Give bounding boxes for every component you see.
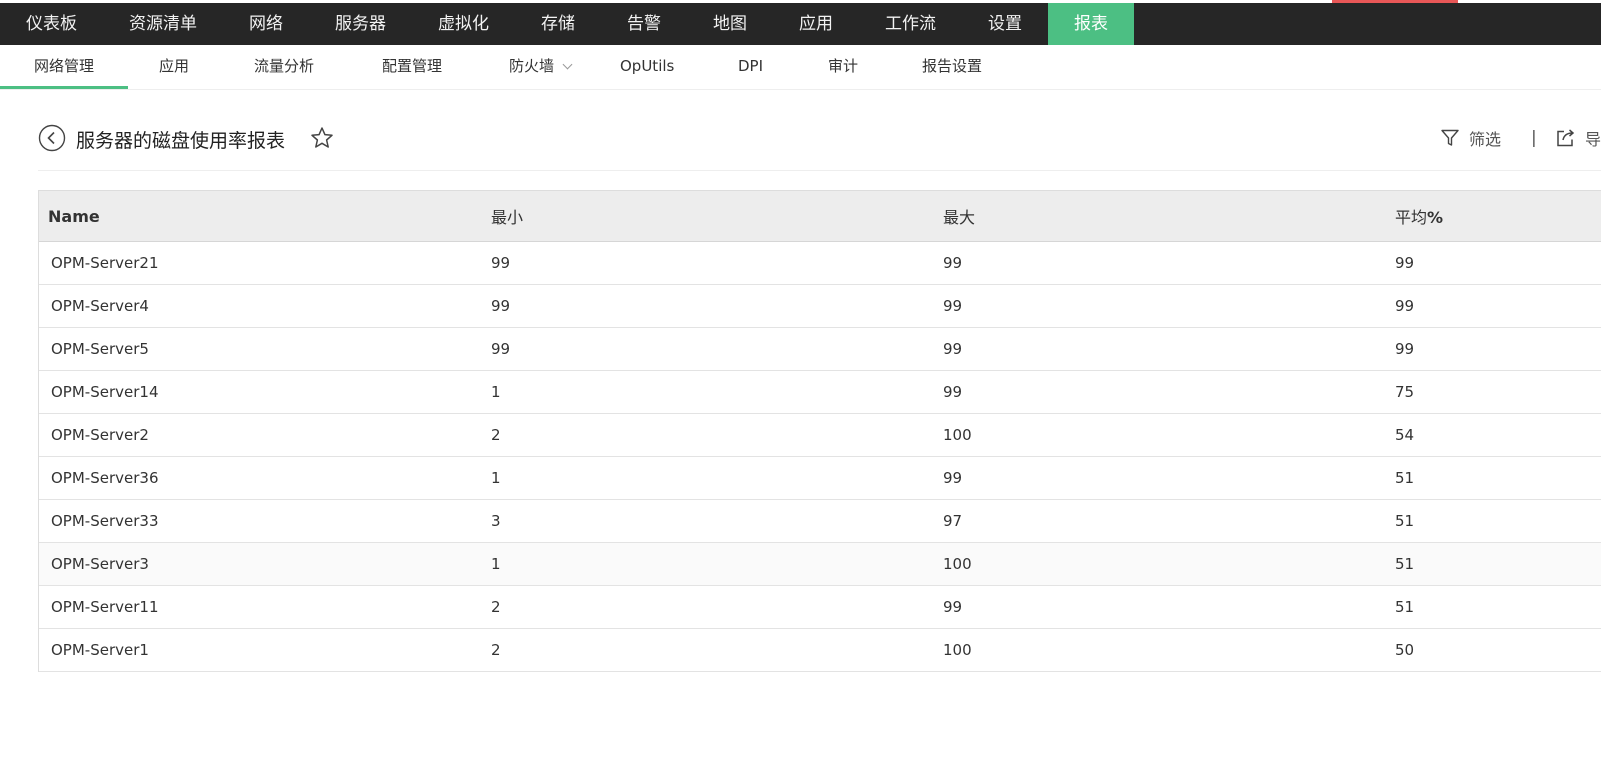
nav-dashboard[interactable]: 仪表板 [0, 3, 103, 45]
cell-avg: 54 [1395, 413, 1601, 457]
export-label: 导 [1585, 130, 1601, 149]
cell-avg: 51 [1395, 456, 1601, 500]
cell-min: 2 [491, 413, 943, 457]
cell-avg: 99 [1395, 241, 1601, 285]
subnav-firewall[interactable]: 防火墙 [509, 45, 573, 89]
column-header-max[interactable]: 最大 [943, 191, 1395, 242]
subnav-traffic-analysis[interactable]: 流量分析 [254, 45, 314, 89]
top-navigation: 仪表板 资源清单 网络 服务器 虚拟化 存储 告警 地图 应用 工作流 设置 报… [0, 3, 1601, 45]
cell-name: OPM-Server1 [39, 628, 491, 672]
cell-name: OPM-Server5 [39, 327, 491, 371]
cell-avg: 51 [1395, 585, 1601, 629]
star-outline-icon[interactable] [310, 126, 334, 150]
cell-max: 100 [943, 628, 1395, 672]
cell-name: OPM-Server2 [39, 413, 491, 457]
table-row: OPM-Server33 3 97 51 [39, 499, 1601, 543]
cell-min: 3 [491, 499, 943, 543]
cell-min: 2 [491, 628, 943, 672]
subnav-firewall-label: 防火墙 [509, 57, 555, 75]
cell-max: 99 [943, 456, 1395, 500]
cell-name: OPM-Server3 [39, 542, 491, 586]
sub-navigation: 网络管理 应用 流量分析 配置管理 防火墙 OpUtils DPI 审计 报告设… [0, 45, 1601, 90]
cell-min: 99 [491, 241, 943, 285]
filter-funnel-icon [1441, 129, 1459, 146]
report-table-container: Name 最小 最大 平均% OPM-Server21 99 99 99 OPM… [38, 190, 1601, 672]
cell-avg: 99 [1395, 284, 1601, 328]
nav-maps[interactable]: 地图 [687, 3, 773, 45]
back-circle-icon[interactable] [38, 124, 66, 152]
chevron-down-icon [562, 59, 573, 70]
cell-min: 1 [491, 456, 943, 500]
filter-button[interactable]: 筛选 [1440, 126, 1501, 150]
nav-settings[interactable]: 设置 [962, 3, 1048, 45]
table-row: OPM-Server5 99 99 99 [39, 327, 1601, 371]
cell-min: 2 [491, 585, 943, 629]
table-row: OPM-Server1 2 100 50 [39, 628, 1601, 672]
nav-reports[interactable]: 报表 [1048, 3, 1134, 45]
nav-servers[interactable]: 服务器 [309, 3, 412, 45]
cell-name: OPM-Server36 [39, 456, 491, 500]
cell-min: 1 [491, 542, 943, 586]
page-title: 服务器的磁盘使用率报表 [76, 130, 286, 152]
nav-alarms[interactable]: 告警 [601, 3, 687, 45]
nav-inventory[interactable]: 资源清单 [103, 3, 223, 45]
table-row: OPM-Server11 2 99 51 [39, 585, 1601, 629]
cell-name: OPM-Server33 [39, 499, 491, 543]
table-row: OPM-Server14 1 99 75 [39, 370, 1601, 414]
subnav-applications[interactable]: 应用 [159, 45, 189, 89]
cell-name: OPM-Server4 [39, 284, 491, 328]
subnav-report-settings[interactable]: 报告设置 [922, 45, 982, 89]
cell-name: OPM-Server11 [39, 585, 491, 629]
cell-avg: 51 [1395, 499, 1601, 543]
cell-avg: 51 [1395, 542, 1601, 586]
cell-max: 99 [943, 585, 1395, 629]
filter-label: 筛选 [1469, 130, 1502, 149]
cell-max: 99 [943, 284, 1395, 328]
column-header-min[interactable]: 最小 [491, 191, 943, 242]
cell-min: 99 [491, 327, 943, 371]
subnav-config-management[interactable]: 配置管理 [382, 45, 442, 89]
toolbar-separator: | [1531, 128, 1537, 148]
cell-min: 99 [491, 284, 943, 328]
nav-storage[interactable]: 存储 [515, 3, 601, 45]
nav-apps[interactable]: 应用 [773, 3, 859, 45]
column-header-avg[interactable]: 平均% [1395, 191, 1601, 242]
cell-min: 1 [491, 370, 943, 414]
table-row: OPM-Server3 1 100 51 [39, 542, 1601, 586]
report-table: Name 最小 最大 平均% OPM-Server21 99 99 99 OPM… [39, 191, 1601, 672]
table-header-row: Name 最小 最大 平均% [39, 191, 1601, 242]
nav-virtualization[interactable]: 虚拟化 [412, 3, 515, 45]
nav-workflow[interactable]: 工作流 [859, 3, 962, 45]
cell-avg: 50 [1395, 628, 1601, 672]
export-share-icon [1557, 129, 1575, 147]
subnav-network-management[interactable]: 网络管理 [0, 45, 128, 89]
column-header-avg-unit: % [1427, 208, 1444, 227]
table-row: OPM-Server21 99 99 99 [39, 241, 1601, 285]
subnav-oputils[interactable]: OpUtils [620, 45, 674, 89]
table-row: OPM-Server36 1 99 51 [39, 456, 1601, 500]
cell-name: OPM-Server21 [39, 241, 491, 285]
nav-network[interactable]: 网络 [223, 3, 309, 45]
column-header-avg-label: 平均 [1395, 208, 1428, 227]
cell-name: OPM-Server14 [39, 370, 491, 414]
table-row: OPM-Server2 2 100 54 [39, 413, 1601, 457]
cell-max: 97 [943, 499, 1395, 543]
subnav-audit[interactable]: 审计 [828, 45, 858, 89]
cell-avg: 99 [1395, 327, 1601, 371]
cell-avg: 75 [1395, 370, 1601, 414]
cell-max: 99 [943, 327, 1395, 371]
table-row: OPM-Server4 99 99 99 [39, 284, 1601, 328]
cell-max: 99 [943, 241, 1395, 285]
column-header-name[interactable]: Name [39, 191, 491, 242]
export-button[interactable]: 导 [1555, 126, 1601, 150]
cell-max: 100 [943, 413, 1395, 457]
cell-max: 100 [943, 542, 1395, 586]
subnav-dpi[interactable]: DPI [738, 45, 763, 89]
cell-max: 99 [943, 370, 1395, 414]
report-header: 服务器的磁盘使用率报表 筛选 | 导 [38, 118, 1601, 171]
